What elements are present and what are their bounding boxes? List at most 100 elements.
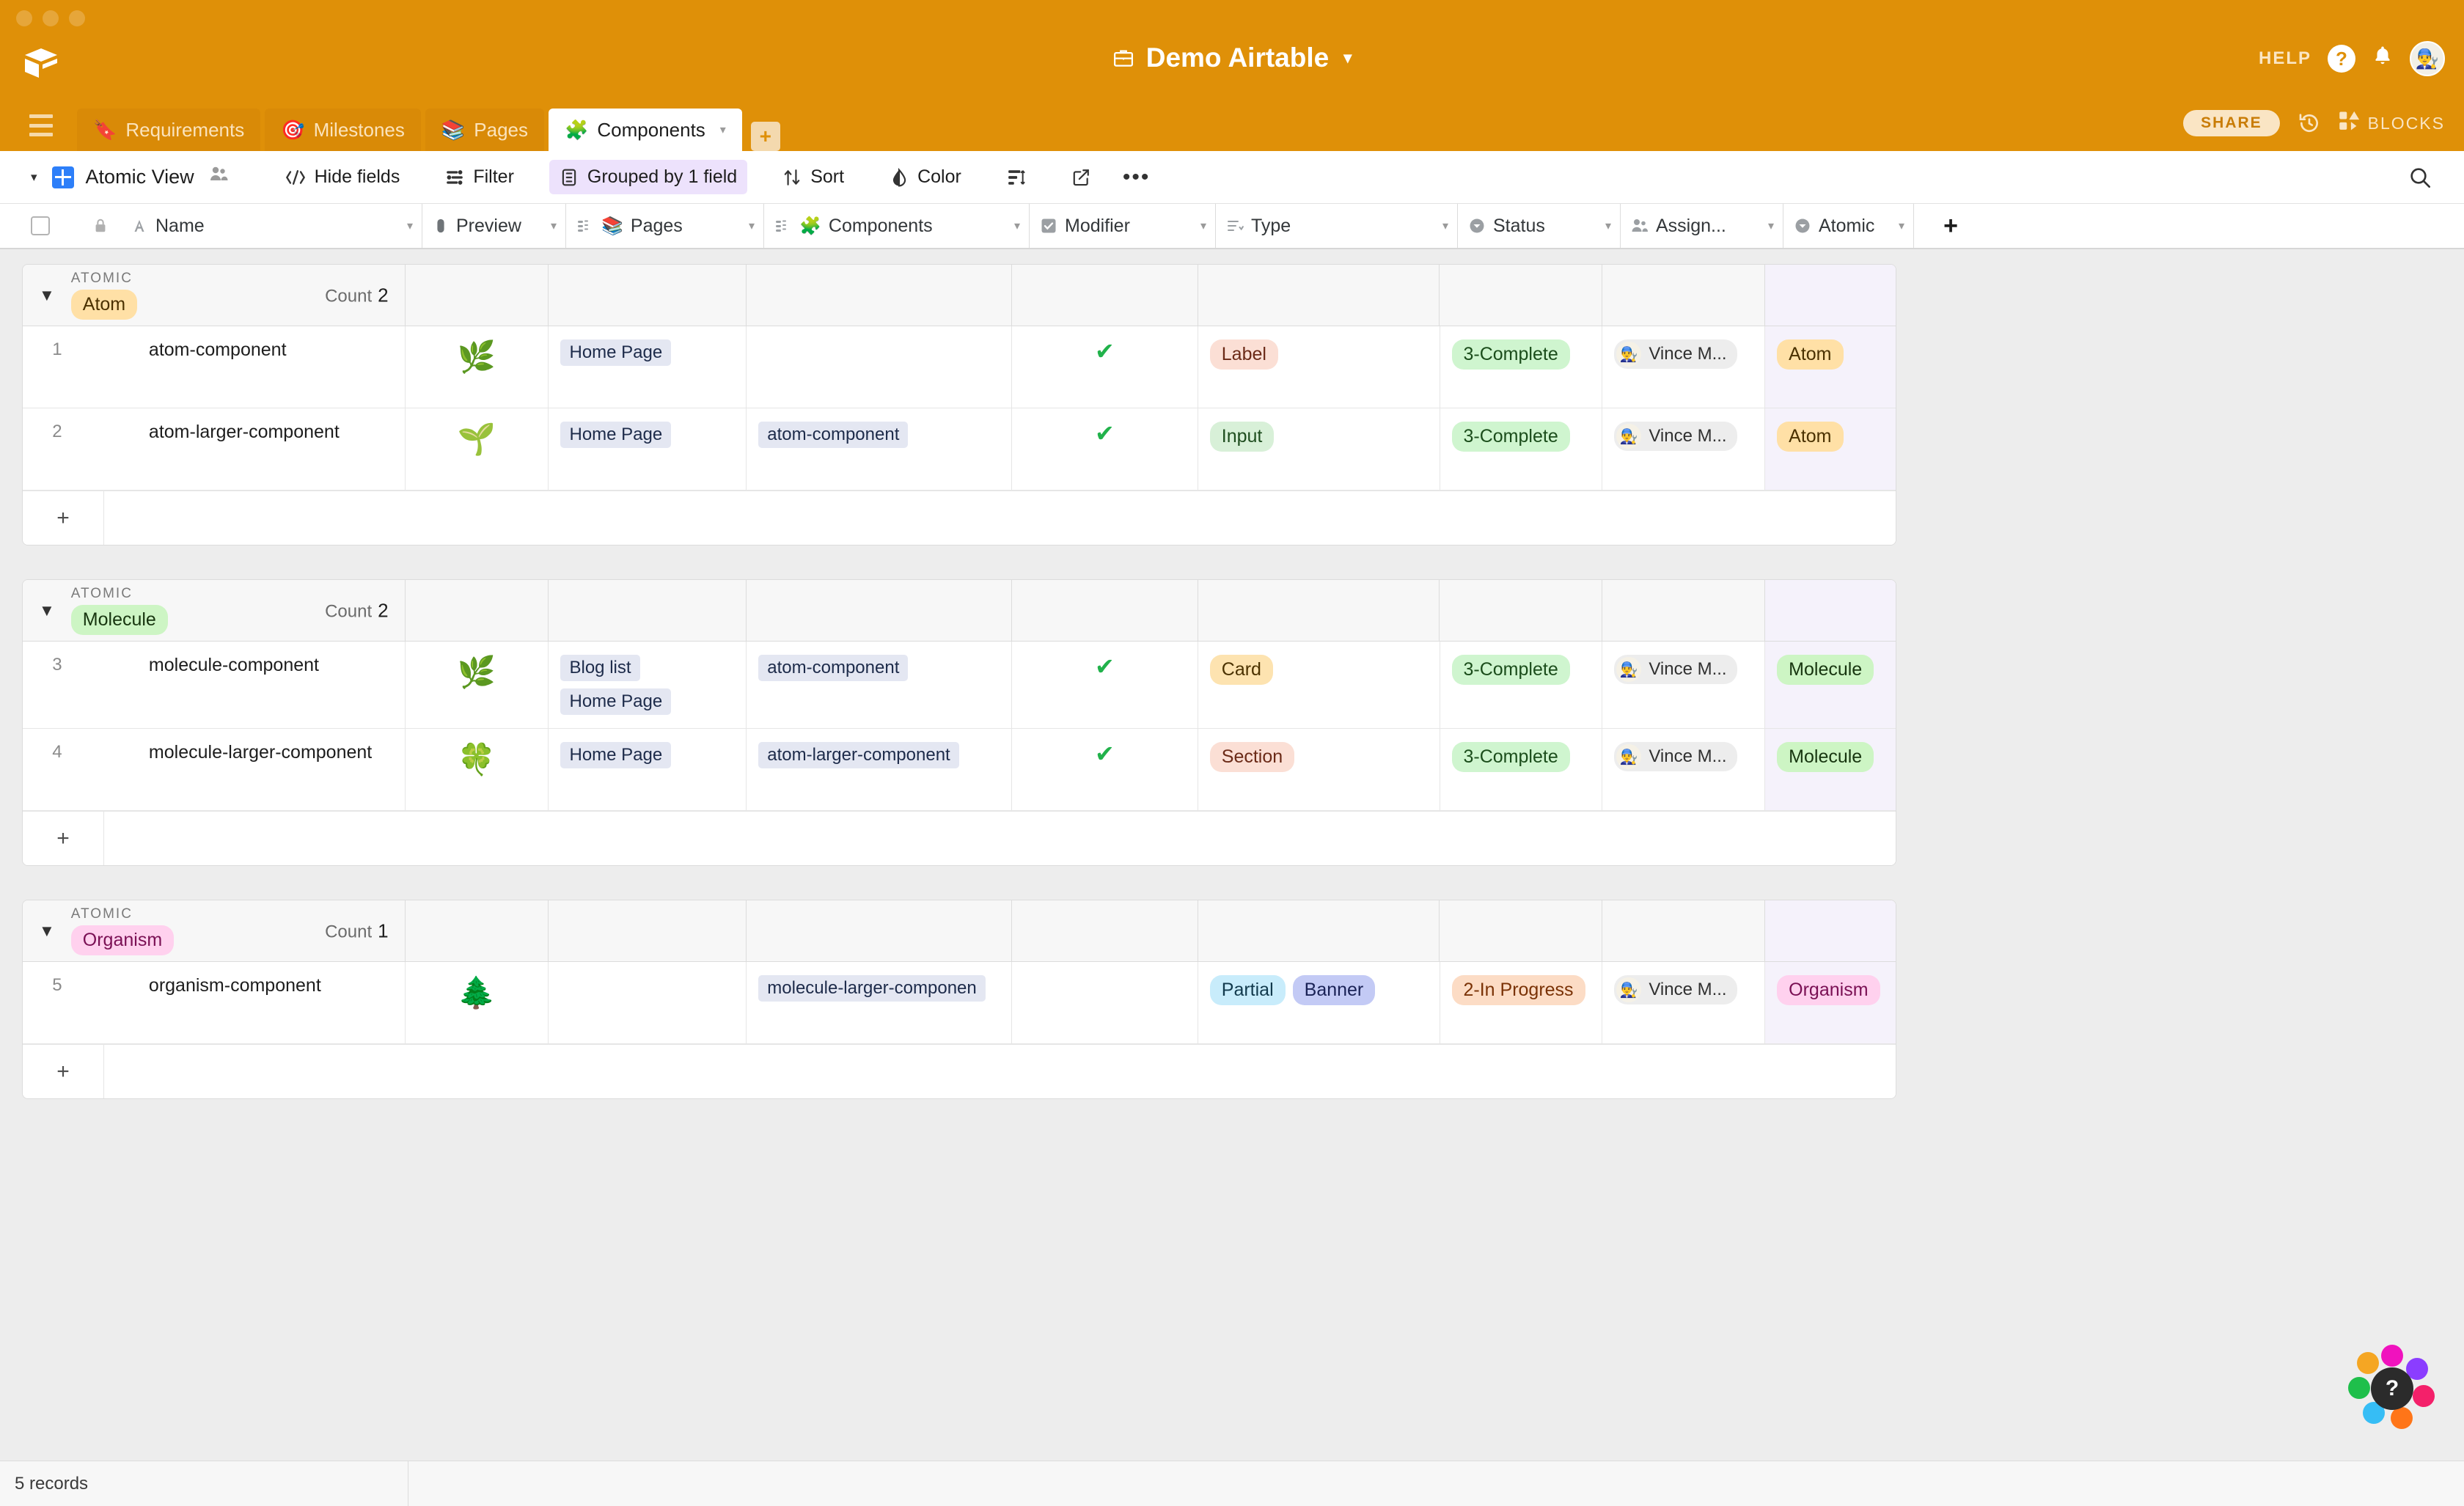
cell-pages[interactable]: Blog list Home Page xyxy=(549,642,747,728)
add-record-button[interactable]: + xyxy=(23,1059,103,1084)
cell-atomic[interactable]: Atom xyxy=(1765,408,1896,490)
cell-pages[interactable]: Home Page xyxy=(549,326,747,408)
cell-assignee[interactable]: 👨‍🔧 Vince M... xyxy=(1602,408,1766,490)
column-header-type[interactable]: Type ▾ xyxy=(1216,204,1458,248)
cell-status[interactable]: 3-Complete xyxy=(1440,729,1603,810)
window-traffic-lights[interactable] xyxy=(16,10,85,26)
search-icon[interactable] xyxy=(2408,166,2432,193)
linked-record-chip[interactable]: atom-component xyxy=(758,655,909,681)
column-header-pages[interactable]: 📚 Pages ▾ xyxy=(566,204,764,248)
cell-status[interactable]: 2-In Progress xyxy=(1440,962,1603,1043)
history-clock-icon[interactable] xyxy=(2298,111,2321,135)
cell-name[interactable]: molecule-larger-component xyxy=(103,729,406,810)
linked-record-chip[interactable]: Home Page xyxy=(560,422,672,448)
table-row[interactable]: 4 molecule-larger-component 🍀 Home Page atom… xyxy=(23,729,1896,811)
select-all-checkbox[interactable] xyxy=(0,204,81,248)
cell-modifier[interactable] xyxy=(1012,962,1198,1043)
row-height-button[interactable] xyxy=(997,161,1036,194)
cell-components[interactable] xyxy=(747,326,1012,408)
cell-status[interactable]: 3-Complete xyxy=(1440,642,1603,728)
assignee-chip[interactable]: 👨‍🔧 Vince M... xyxy=(1614,422,1737,451)
add-record-button[interactable]: + xyxy=(23,826,103,851)
cell-preview[interactable]: 🌱 xyxy=(406,408,549,490)
column-header-name[interactable]: Name ▾ xyxy=(120,204,422,248)
cell-assignee[interactable]: 👨‍🔧 Vince M... xyxy=(1602,729,1766,810)
add-record-button[interactable]: + xyxy=(23,506,103,531)
group-button[interactable]: Grouped by 1 field xyxy=(549,160,748,194)
linked-record-chip[interactable]: molecule-larger-componen xyxy=(758,975,986,1002)
group-collapse-toggle[interactable]: ▼ xyxy=(39,922,55,941)
cell-assignee[interactable]: 👨‍🔧 Vince M... xyxy=(1602,326,1766,408)
add-record-row[interactable]: + xyxy=(23,1044,1896,1098)
cell-name[interactable]: organism-component xyxy=(103,962,406,1043)
chevron-down-icon[interactable]: ▾ xyxy=(1343,48,1352,67)
table-row[interactable]: 3 molecule-component 🌿 Blog list Home Page at… xyxy=(23,642,1896,729)
share-button[interactable]: SHARE xyxy=(2183,110,2280,136)
question-mark-icon[interactable]: ? xyxy=(2371,1367,2413,1410)
column-header-components[interactable]: 🧩 Components ▾ xyxy=(764,204,1030,248)
add-field-button[interactable]: + xyxy=(1914,204,1987,248)
help-label[interactable]: HELP xyxy=(2259,48,2311,69)
column-header-modifier[interactable]: Modifier ▾ xyxy=(1030,204,1216,248)
cell-name[interactable]: molecule-component xyxy=(103,642,406,728)
cell-type[interactable]: Section xyxy=(1198,729,1440,810)
minimize-window-button[interactable] xyxy=(43,10,59,26)
column-header-assignee[interactable]: Assign... ▾ xyxy=(1621,204,1783,248)
table-row[interactable]: 1 atom-component 🌿 Home Page ✔ Label 3-Complet… xyxy=(23,326,1896,408)
linked-record-chip[interactable]: atom-larger-component xyxy=(758,742,959,768)
add-record-row[interactable]: + xyxy=(23,811,1896,865)
group-collapse-toggle[interactable]: ▼ xyxy=(39,286,55,305)
linked-record-chip[interactable]: Home Page xyxy=(560,339,672,366)
grid-view-icon[interactable] xyxy=(51,166,74,188)
collaborators-icon[interactable] xyxy=(209,165,230,189)
cell-name[interactable]: atom-component xyxy=(103,326,406,408)
color-button[interactable]: Color xyxy=(879,160,972,194)
cell-modifier[interactable]: ✔ xyxy=(1012,408,1198,490)
view-name[interactable]: Atomic View xyxy=(86,166,194,188)
cell-type[interactable]: Partial Banner xyxy=(1198,962,1440,1043)
cell-type[interactable]: Card xyxy=(1198,642,1440,728)
chevron-down-icon[interactable]: ▾ xyxy=(1442,218,1448,233)
cell-atomic[interactable]: Organism xyxy=(1765,962,1896,1043)
cell-atomic[interactable]: Molecule xyxy=(1765,642,1896,728)
group-collapse-toggle[interactable]: ▼ xyxy=(39,601,55,620)
cell-pages[interactable]: Home Page xyxy=(549,729,747,810)
close-window-button[interactable] xyxy=(16,10,32,26)
tab-requirements[interactable]: 🔖 Requirements xyxy=(77,109,261,151)
cell-preview[interactable]: 🌿 xyxy=(406,642,549,728)
chevron-down-icon[interactable]: ▾ xyxy=(1014,218,1020,233)
cell-preview[interactable]: 🌿 xyxy=(406,326,549,408)
chevron-down-icon[interactable]: ▾ xyxy=(407,218,413,233)
add-record-row[interactable]: + xyxy=(23,491,1896,545)
cell-pages[interactable]: Home Page xyxy=(549,408,747,490)
table-row[interactable]: 2 atom-larger-component 🌱 Home Page atom-com… xyxy=(23,408,1896,491)
cell-assignee[interactable]: 👨‍🔧 Vince M... xyxy=(1602,962,1766,1043)
cell-type[interactable]: Label xyxy=(1198,326,1440,408)
filter-button[interactable]: Filter xyxy=(435,160,524,194)
cell-type[interactable]: Input xyxy=(1198,408,1440,490)
linked-record-chip[interactable]: Home Page xyxy=(560,742,672,768)
chevron-down-icon[interactable]: ▾ xyxy=(1200,218,1206,233)
share-view-button[interactable] xyxy=(1061,161,1101,194)
sort-button[interactable]: Sort xyxy=(772,160,854,194)
cell-components[interactable]: molecule-larger-componen xyxy=(747,962,1012,1043)
cell-components[interactable]: atom-larger-component xyxy=(747,729,1012,810)
tab-pages[interactable]: 📚 Pages xyxy=(425,109,544,151)
assignee-chip[interactable]: 👨‍🔧 Vince M... xyxy=(1614,742,1737,771)
column-header-atomic[interactable]: Atomic ▾ xyxy=(1783,204,1914,248)
column-header-preview[interactable]: Preview ▾ xyxy=(422,204,566,248)
linked-record-chip[interactable]: Blog list xyxy=(560,655,640,681)
cell-modifier[interactable]: ✔ xyxy=(1012,326,1198,408)
chevron-down-icon[interactable]: ▾ xyxy=(720,122,726,137)
cell-status[interactable]: 3-Complete xyxy=(1440,326,1603,408)
cell-assignee[interactable]: 👨‍🔧 Vince M... xyxy=(1602,642,1766,728)
assignee-chip[interactable]: 👨‍🔧 Vince M... xyxy=(1614,975,1737,1004)
chevron-down-icon[interactable]: ▾ xyxy=(1605,218,1611,233)
question-circle-icon[interactable]: ? xyxy=(2328,45,2355,73)
more-options-icon[interactable]: ••• xyxy=(1123,165,1151,190)
hide-fields-button[interactable]: Hide fields xyxy=(275,160,411,194)
view-sidebar-toggle-icon[interactable]: ▾ xyxy=(31,170,37,185)
cell-preview[interactable]: 🍀 xyxy=(406,729,549,810)
tab-milestones[interactable]: 🎯 Milestones xyxy=(265,109,421,151)
cell-atomic[interactable]: Molecule xyxy=(1765,729,1896,810)
